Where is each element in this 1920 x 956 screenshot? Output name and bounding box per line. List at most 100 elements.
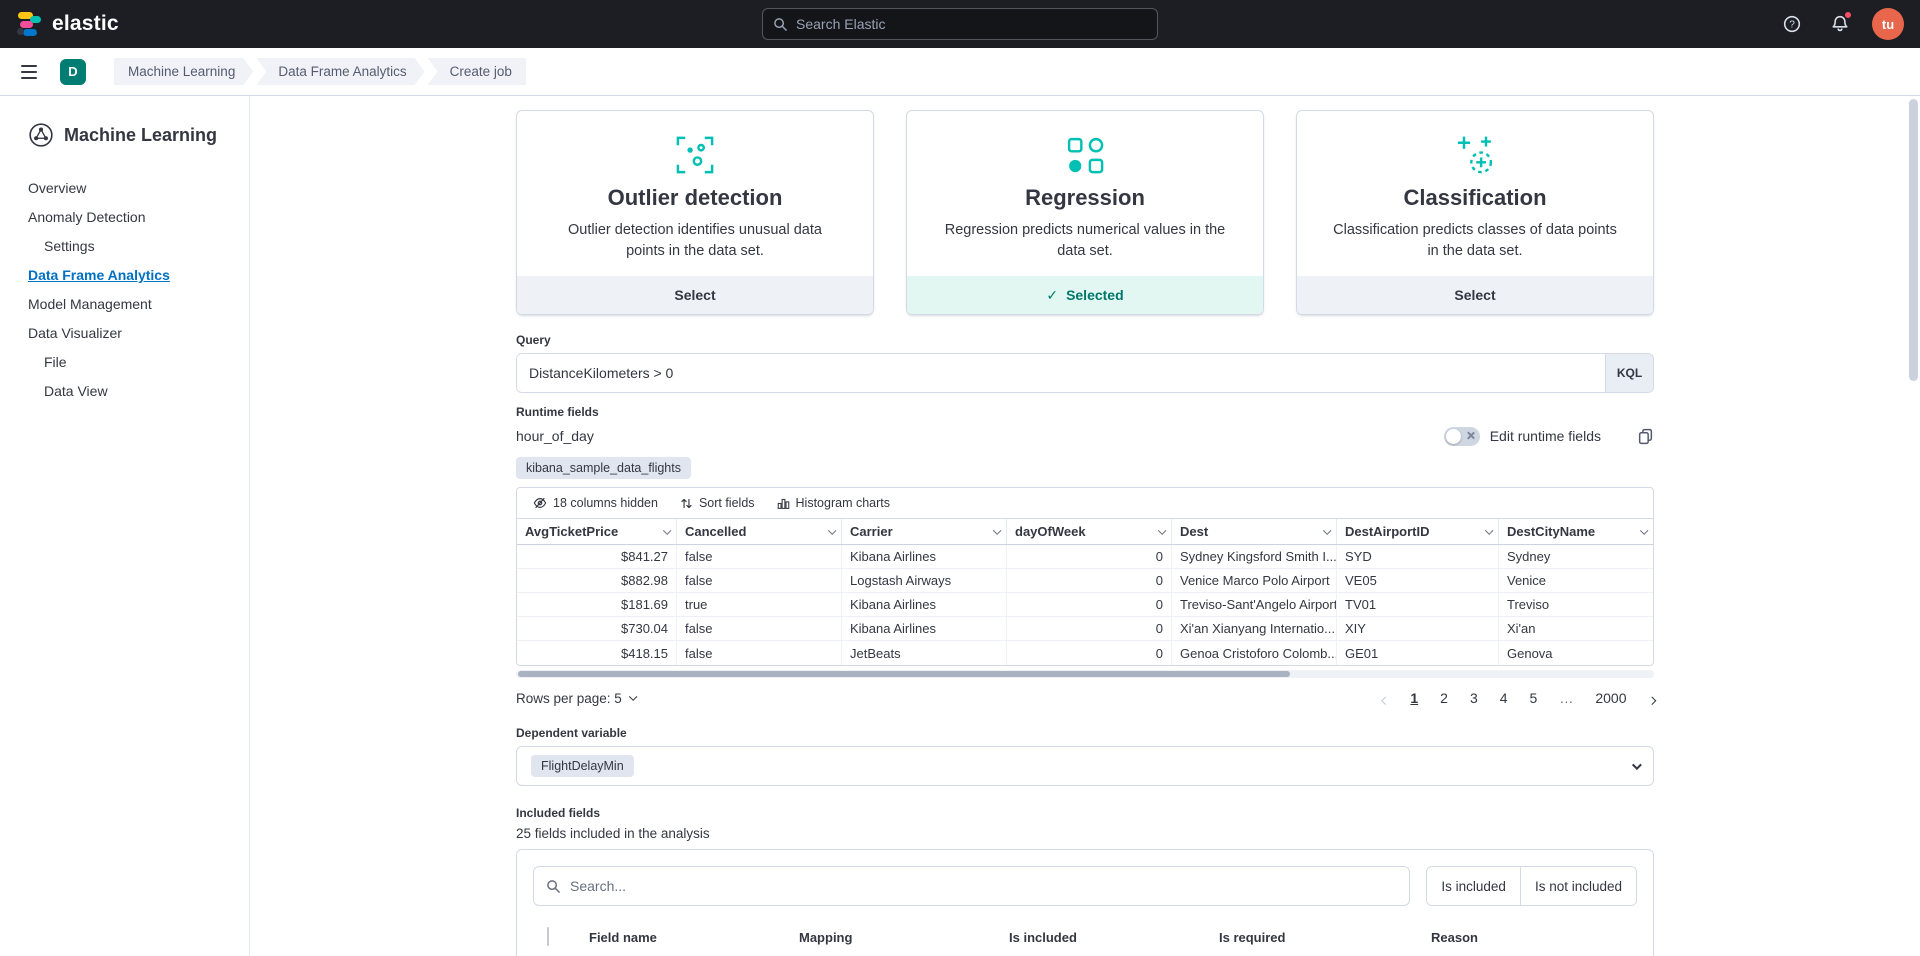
previous-page-button[interactable] (1383, 690, 1389, 706)
page-button-2[interactable]: 2 (1440, 690, 1448, 706)
fields-column-is-required: Is required (1219, 930, 1431, 945)
card-outlier-detection: Outlier detection Outlier detection iden… (516, 110, 874, 315)
select-outlier-detection-button[interactable]: Select (517, 276, 873, 314)
included-fields-label: Included fields (516, 806, 1654, 820)
table-row[interactable]: $730.04 false Kibana Airlines 0 Xi'an Xi… (517, 617, 1653, 641)
column-header-dest[interactable]: Dest (1172, 519, 1337, 544)
pagination-ellipsis: … (1559, 690, 1573, 706)
included-fields-summary: 25 fields included in the analysis (516, 826, 1654, 841)
select-classification-button[interactable]: Select (1297, 276, 1653, 314)
pagination: 1 2 3 4 5 … 2000 (1383, 690, 1654, 706)
sidebar-item-data-frame-analytics[interactable]: Data Frame Analytics (28, 261, 249, 290)
filter-is-not-included-button[interactable]: Is not included (1520, 867, 1636, 905)
space-badge[interactable]: D (60, 59, 86, 85)
search-icon (773, 17, 788, 32)
columns-hidden-button[interactable]: 18 columns hidden (525, 493, 666, 513)
page-button-1[interactable]: 1 (1410, 690, 1418, 706)
table-row[interactable]: $418.15 false JetBeats 0 Genoa Cristofor… (517, 641, 1653, 665)
table-row[interactable]: $882.98 false Logstash Airways 0 Venice … (517, 569, 1653, 593)
top-bar: elastic ? tu (0, 0, 1920, 48)
copy-button[interactable] (1637, 428, 1654, 445)
regression-icon (1063, 133, 1107, 177)
fields-column-is-included: Is included (1009, 930, 1219, 945)
card-description: Outlier detection identifies unusual dat… (517, 220, 873, 262)
regression-selected-button[interactable]: ✓ Selected (907, 276, 1263, 314)
sidebar-item-overview[interactable]: Overview (28, 174, 249, 203)
user-avatar[interactable]: tu (1872, 8, 1904, 40)
select-all-checkbox[interactable] (547, 927, 549, 946)
help-icon: ? (1783, 15, 1801, 33)
sidebar-title: Machine Learning (64, 125, 217, 146)
dependent-variable-select[interactable]: FlightDelayMin (516, 746, 1654, 786)
column-header-dayofweek[interactable]: dayOfWeek (1007, 519, 1172, 544)
kql-button[interactable]: KQL (1605, 354, 1653, 392)
analysis-fields-panel: Is included Is not included Field name M… (516, 849, 1654, 956)
copy-icon (1637, 428, 1654, 445)
breadcrumb-machine-learning[interactable]: Machine Learning (114, 58, 253, 85)
toggle-knob (1446, 429, 1461, 444)
cross-icon (1466, 431, 1475, 440)
sidebar-item-data-visualizer[interactable]: Data Visualizer (28, 319, 249, 348)
chevron-left-icon (1382, 696, 1390, 704)
column-header-carrier[interactable]: Carrier (842, 519, 1007, 544)
sort-icon (680, 497, 693, 510)
filter-is-included-button[interactable]: Is included (1427, 867, 1520, 905)
query-input[interactable] (517, 354, 1605, 392)
outlier-detection-icon (673, 133, 717, 177)
vertical-scrollbar-thumb[interactable] (1909, 99, 1918, 381)
notifications-button[interactable] (1824, 8, 1856, 40)
next-page-button[interactable] (1649, 690, 1655, 706)
table-row[interactable]: $841.27 false Kibana Airlines 0 Sydney K… (517, 545, 1653, 569)
sidebar-item-anomaly-detection[interactable]: Anomaly Detection (28, 203, 249, 232)
breadcrumb-create-job[interactable]: Create job (428, 58, 526, 85)
histogram-charts-button[interactable]: Histogram charts (769, 493, 898, 513)
fields-search[interactable] (533, 866, 1410, 906)
menu-button[interactable] (10, 53, 48, 91)
sidebar-item-data-view[interactable]: Data View (28, 377, 249, 406)
horizontal-scrollbar (516, 670, 1654, 678)
check-icon: ✓ (1046, 287, 1058, 304)
eye-slash-icon (533, 496, 547, 510)
runtime-field-name: hour_of_day (516, 428, 594, 444)
rows-per-page-button[interactable]: Rows per page: 5 (516, 691, 634, 706)
main-content: Outlier detection Outlier detection iden… (250, 96, 1920, 956)
sidebar-item-model-management[interactable]: Model Management (28, 290, 249, 319)
fields-column-reason: Reason (1431, 930, 1637, 945)
page-button-2000[interactable]: 2000 (1595, 690, 1626, 706)
classification-icon (1453, 133, 1497, 177)
table-row[interactable]: $181.69 true Kibana Airlines 0 Treviso-S… (517, 593, 1653, 617)
page-button-3[interactable]: 3 (1470, 690, 1478, 706)
global-search-input[interactable] (796, 16, 1147, 32)
dependent-variable-label: Dependent variable (516, 726, 1654, 740)
index-badge: kibana_sample_data_flights (516, 457, 691, 479)
column-header-avgticketprice[interactable]: AvgTicketPrice (517, 519, 677, 544)
chevron-down-icon (1158, 526, 1166, 534)
breadcrumb-data-frame-analytics[interactable]: Data Frame Analytics (256, 58, 424, 85)
fields-column-mapping: Mapping (799, 930, 1009, 945)
chevron-right-icon (1647, 696, 1655, 704)
sort-fields-button[interactable]: Sort fields (672, 493, 763, 513)
help-button[interactable]: ? (1776, 8, 1808, 40)
sidebar-item-settings[interactable]: Settings (28, 232, 249, 261)
sidebar-item-file[interactable]: File (28, 348, 249, 377)
elastic-brand[interactable]: elastic (16, 11, 119, 37)
column-header-destcityname[interactable]: DestCityName (1499, 519, 1653, 544)
horizontal-scrollbar-thumb[interactable] (518, 671, 1290, 677)
notification-dot (1844, 11, 1852, 19)
page-button-4[interactable]: 4 (1500, 690, 1508, 706)
column-header-destairportid[interactable]: DestAirportID (1337, 519, 1499, 544)
edit-runtime-fields-toggle[interactable] (1444, 427, 1480, 446)
svg-text:?: ? (1789, 19, 1795, 30)
edit-runtime-fields-label: Edit runtime fields (1490, 428, 1601, 444)
fields-search-input[interactable] (570, 878, 1397, 894)
global-search[interactable] (762, 8, 1158, 40)
card-classification: Classification Classification predicts c… (1296, 110, 1654, 315)
column-header-cancelled[interactable]: Cancelled (677, 519, 842, 544)
card-title: Classification (1403, 185, 1546, 211)
page-button-5[interactable]: 5 (1530, 690, 1538, 706)
dependent-variable-value: FlightDelayMin (531, 755, 634, 777)
card-title: Outlier detection (608, 185, 783, 211)
breadcrumb: Machine Learning Data Frame Analytics Cr… (114, 58, 529, 85)
elastic-logo (16, 11, 42, 37)
card-description: Regression predicts numerical values in … (907, 220, 1263, 262)
